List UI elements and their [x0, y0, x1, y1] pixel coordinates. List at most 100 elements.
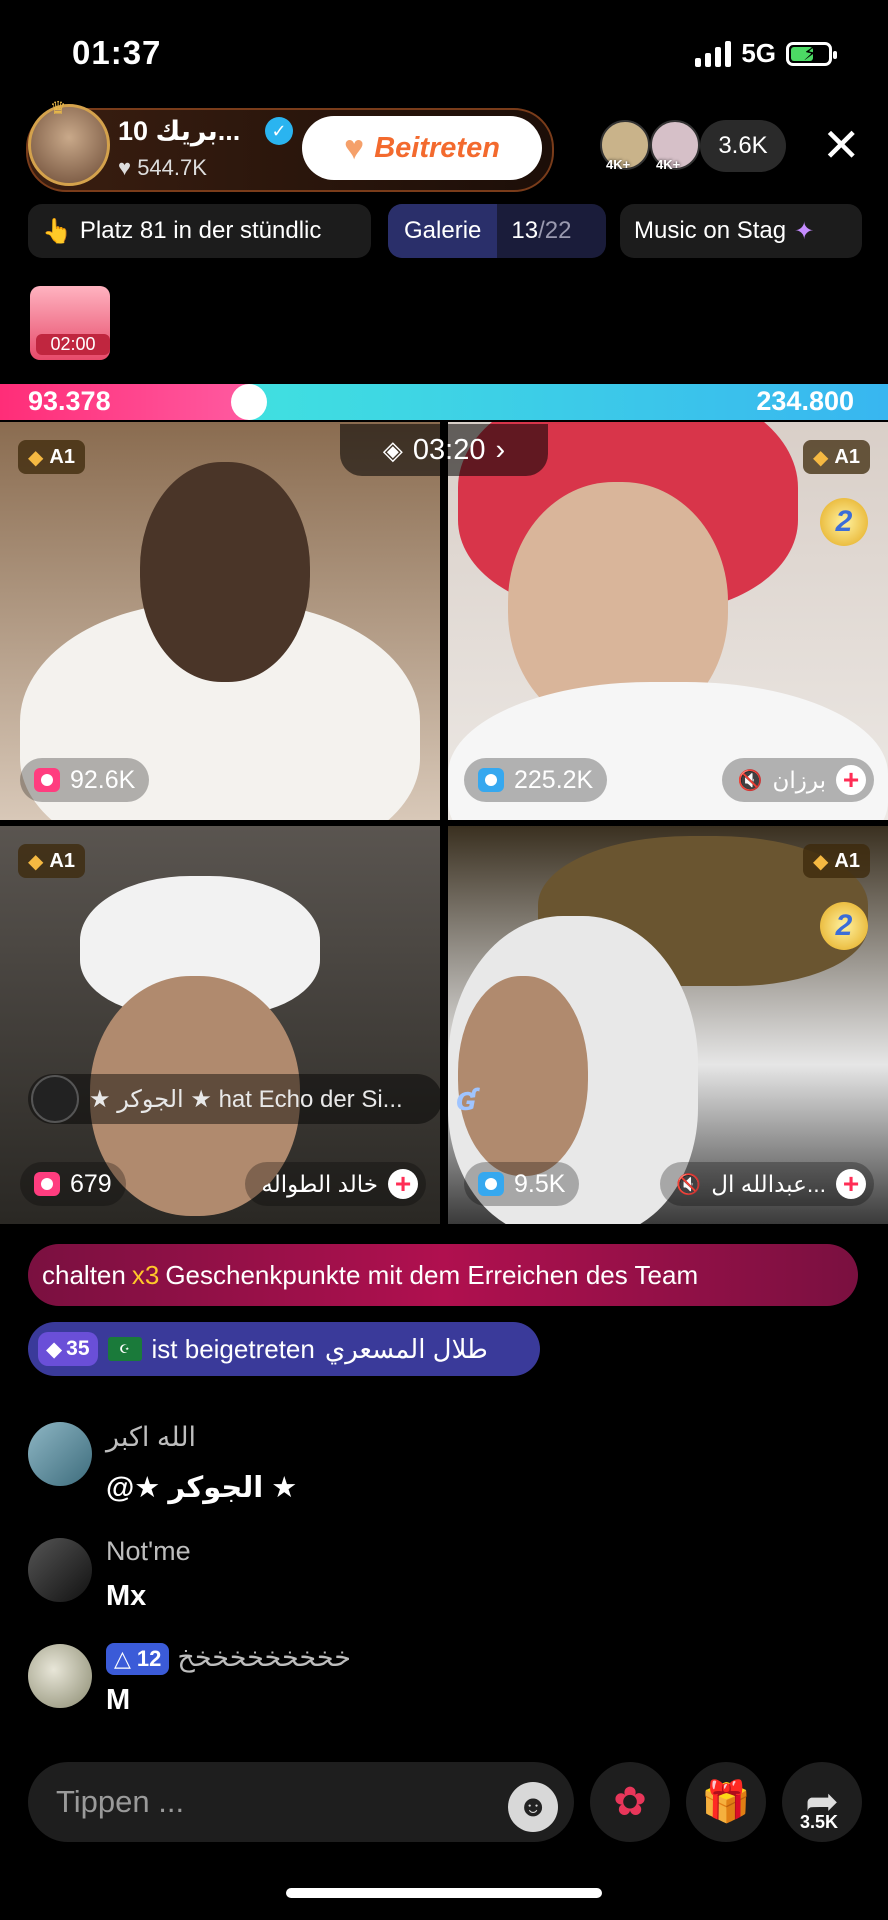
follow-plus-icon[interactable]: +	[388, 1169, 418, 1199]
level-badge: ◆ 35	[38, 1332, 98, 1366]
echo-avatar	[31, 1075, 79, 1123]
network-type: 5G	[741, 38, 776, 68]
joined-text: ist beigetreten	[151, 1333, 315, 1364]
wand-icon: ✦	[794, 217, 815, 245]
chevron-right-icon: ›	[495, 433, 506, 466]
banner-multiplier: x3	[131, 1259, 160, 1290]
triangle-icon: △	[114, 1645, 131, 1671]
guest-video-tile[interactable]: ◆ A1 2 9.5K 🔇 عبدالله ال... +	[448, 826, 888, 1224]
battle-bar-knob	[231, 384, 267, 420]
gem-icon: ◈	[382, 434, 403, 465]
banner-pre: chalten	[42, 1259, 126, 1290]
team-points-banner: chalten x3 Geschenkpunkte mit dem Erreich…	[28, 1244, 858, 1306]
heart-icon: ♥	[118, 155, 132, 180]
guest-name: عبدالله ال...	[711, 1170, 826, 1197]
top-viewer-avatar[interactable]: 4K+	[600, 120, 650, 172]
join-button[interactable]: ♥ Beitreten	[302, 116, 542, 180]
status-indicators: 5G ⚡	[695, 38, 837, 69]
chat-username: خخخخخخخخخخ	[177, 1642, 351, 1672]
rose-gift-button[interactable]: ✿	[590, 1762, 670, 1842]
chat-avatar[interactable]	[28, 1538, 92, 1602]
host-avatar[interactable]	[28, 104, 110, 186]
status-time: 01:37	[72, 34, 162, 71]
rank-badge: 2	[820, 902, 868, 950]
host-likes-count: 544.7K	[137, 155, 207, 180]
camera-icon	[478, 1172, 504, 1196]
guest-name-pill[interactable]: 🔇 عبدالله ال... +	[660, 1162, 874, 1206]
fire-icon: 👆	[42, 217, 72, 245]
mute-icon: 🔇	[676, 1173, 702, 1196]
music-pill[interactable]: Music on Stag ✦	[620, 204, 862, 258]
echo-notification: ★ الجوكر ★ hat Echo der Si...	[28, 1074, 442, 1124]
tier-badge: ◆ A1	[803, 844, 870, 878]
chat-message: Mx	[106, 1580, 147, 1612]
viewer-badge: 4K+	[606, 157, 631, 172]
gift-count-value: 225.2K	[514, 765, 594, 794]
heart-plus-icon: ♥	[344, 128, 365, 167]
hourly-rank-text: Platz 81 in der stündlic	[79, 217, 322, 244]
sticker-icon: ʛ	[456, 1080, 477, 1118]
chat-avatar[interactable]	[28, 1422, 92, 1486]
mute-icon: 🔇	[737, 769, 763, 792]
viewer-count[interactable]: 3.6K	[700, 120, 786, 172]
level-value: 12	[136, 1645, 162, 1671]
chat-message: @★ الجوكر ★	[106, 1472, 298, 1504]
gift-count-value: 9.5K	[514, 1169, 566, 1198]
guest-name-pill[interactable]: خالد الطواله +	[245, 1162, 426, 1206]
close-icon[interactable]: ✕	[822, 122, 861, 168]
tier-badge: ◆ A1	[18, 844, 85, 878]
tier-label: A1	[49, 849, 75, 872]
host-likes: ♥ 544.7K	[118, 155, 207, 181]
verified-icon: ✓	[265, 117, 293, 145]
diamond-icon: ◆	[813, 850, 829, 873]
chest-timer: 02:00	[36, 334, 110, 355]
tier-label: A1	[834, 445, 860, 468]
left-team-score: 93.378	[28, 386, 111, 416]
gift-count-value: 679	[70, 1169, 112, 1198]
battle-timer-value: 03:20	[412, 433, 486, 466]
guest-name-pill[interactable]: 🔇 برزان +	[721, 758, 874, 802]
gallery-count: 13/22	[497, 217, 585, 245]
level-value: 35	[66, 1337, 90, 1360]
camera-icon	[478, 768, 504, 792]
emoji-icon[interactable]: ☻	[508, 1782, 558, 1832]
gift-count: 92.6K	[20, 758, 150, 802]
gallery-label: Galerie	[388, 204, 498, 258]
diamond-icon: ◆	[28, 850, 44, 873]
chat-fade	[28, 1380, 328, 1394]
chat-username-row[interactable]: △ 12 خخخخخخخخخخ	[106, 1642, 351, 1675]
gift-count: 679	[20, 1162, 126, 1206]
gallery-pill[interactable]: Galerie 13/22	[388, 204, 606, 258]
guest-video-tile[interactable]: ◆ A1 92.6K	[0, 422, 440, 820]
gift-icon[interactable]: 🎁	[686, 1762, 766, 1842]
follow-plus-icon[interactable]: +	[836, 1169, 866, 1199]
viewer-badge: 4K+	[656, 157, 681, 172]
chat-username[interactable]: Not'me	[106, 1536, 191, 1567]
camera-icon	[34, 1172, 60, 1196]
comment-placeholder: Tippen ...	[56, 1784, 185, 1819]
chat-avatar[interactable]	[28, 1644, 92, 1708]
camera-icon	[34, 768, 60, 792]
battle-timer[interactable]: ◈ 03:20 ›	[340, 424, 548, 476]
tier-badge: ◆ A1	[803, 440, 870, 474]
signal-icon	[695, 40, 732, 67]
flag-icon: ☪	[107, 1337, 142, 1361]
banner-post: Geschenkpunkte mit dem Erreichen des Tea…	[165, 1259, 699, 1290]
home-indicator[interactable]	[286, 1888, 602, 1898]
gallery-current: 13	[511, 217, 539, 244]
guest-video-tile[interactable]: ◆ A1 679 خالد الطواله +	[0, 826, 440, 1224]
hourly-rank-pill[interactable]: 👆 Platz 81 in der stündlic	[28, 204, 371, 258]
chat-username[interactable]: الله اكبر	[106, 1422, 196, 1453]
music-text: Music on Stag	[634, 217, 787, 244]
gift-count: 225.2K	[464, 758, 608, 802]
joined-notice: ◆ 35 ☪ ist beigetreten طلال المسعري	[28, 1322, 540, 1376]
join-label: Beitreten	[374, 131, 500, 164]
follow-plus-icon[interactable]: +	[836, 765, 866, 795]
crown-icon: ♛	[50, 98, 67, 118]
top-viewer-avatar[interactable]: 4K+	[650, 120, 700, 172]
right-team-score: 234.800	[756, 386, 854, 416]
gift-count-value: 92.6K	[70, 765, 136, 794]
gift-count: 9.5K	[464, 1162, 580, 1206]
guest-video-tile[interactable]: ◆ A1 2 225.2K 🔇 برزان +	[448, 422, 888, 820]
tier-badge: ◆ A1	[18, 440, 85, 474]
